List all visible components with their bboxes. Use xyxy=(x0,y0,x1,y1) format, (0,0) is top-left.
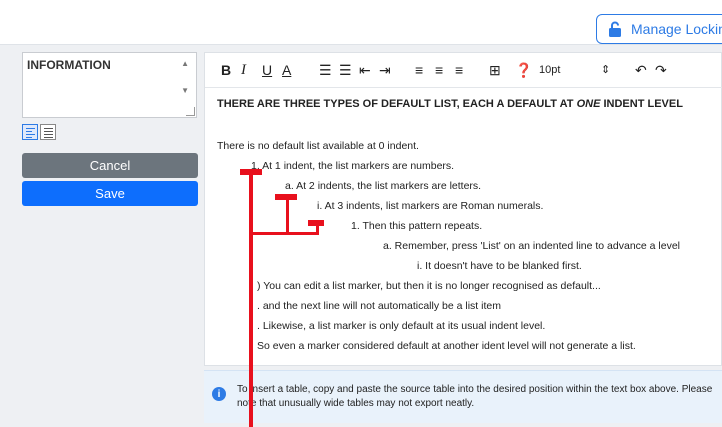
align-center-button[interactable] xyxy=(40,124,56,140)
list-item: a. Remember, press 'List' on an indented… xyxy=(383,240,681,252)
information-label: INFORMATION xyxy=(27,58,111,72)
save-button[interactable]: Save xyxy=(22,181,198,206)
manage-locking-label: Manage Locking xyxy=(631,21,722,37)
info-note: i To insert a table, copy and paste the … xyxy=(204,370,722,423)
content-line: ) You can edit a list marker, but then i… xyxy=(257,280,601,292)
content-line: . and the next line will not automatical… xyxy=(257,300,501,312)
list-item: a. At 2 indents, the list markers are le… xyxy=(285,180,482,192)
bold-button[interactable]: B xyxy=(221,61,231,79)
indent-icon[interactable]: ⇥ xyxy=(379,61,391,79)
align-left-button[interactable] xyxy=(22,124,38,140)
top-bar: Manage Locking xyxy=(0,0,722,45)
content-line: So even a marker considered default at a… xyxy=(257,340,636,352)
annotation-stem-2 xyxy=(286,194,289,234)
annotation-horizontal-line xyxy=(251,232,319,235)
editor-toolbar: B I U A ☰ ☰ ⇤ ⇥ ≡ ≡ ≡ ⊞ ❓ 10pt ⇕ ↶ ↷ xyxy=(205,53,722,88)
scroll-down-icon[interactable]: ▼ xyxy=(181,86,189,95)
content-line: There is no default list available at 0 … xyxy=(217,140,419,152)
help-icon[interactable]: ❓ xyxy=(515,61,532,79)
content-heading: THERE ARE THREE TYPES OF DEFAULT LIST, E… xyxy=(217,98,683,110)
info-icon: i xyxy=(212,387,226,401)
lock-icon xyxy=(609,21,621,37)
align-right-icon[interactable]: ≡ xyxy=(455,61,463,79)
rich-text-editor[interactable]: B I U A ☰ ☰ ⇤ ⇥ ≡ ≡ ≡ ⊞ ❓ 10pt ⇕ ↶ ↷ THE… xyxy=(204,52,722,366)
content-line: . Likewise, a list marker is only defaul… xyxy=(257,320,546,332)
outdent-icon[interactable]: ⇤ xyxy=(359,61,371,79)
table-icon[interactable]: ⊞ xyxy=(489,61,501,79)
undo-icon[interactable]: ↶ xyxy=(635,61,647,79)
italic-button[interactable]: I xyxy=(241,61,246,79)
ordered-list-icon[interactable]: ☰ xyxy=(319,61,332,79)
font-size-select[interactable]: 10pt xyxy=(539,61,560,79)
list-item: i. At 3 indents, list markers are Roman … xyxy=(317,200,544,212)
align-center-icon[interactable]: ≡ xyxy=(435,61,443,79)
annotation-marker-1 xyxy=(240,169,262,175)
list-item: 1. At 1 indent, the list markers are num… xyxy=(251,160,455,172)
align-left-icon[interactable]: ≡ xyxy=(415,61,423,79)
annotation-vertical-line xyxy=(249,172,253,427)
list-item: 1. Then this pattern repeats. xyxy=(351,220,483,232)
resize-handle-icon[interactable] xyxy=(186,107,195,116)
redo-icon[interactable]: ↷ xyxy=(655,61,667,79)
select-arrows-icon[interactable]: ⇕ xyxy=(601,61,610,79)
manage-locking-button[interactable]: Manage Locking xyxy=(596,14,722,44)
cancel-button[interactable]: Cancel xyxy=(22,153,198,178)
font-color-button[interactable]: A xyxy=(282,61,291,79)
list-item: i. It doesn't have to be blanked first. xyxy=(417,260,582,272)
info-note-text: To insert a table, copy and paste the so… xyxy=(237,384,713,409)
information-textarea[interactable]: INFORMATION ▲ ▼ xyxy=(22,52,197,118)
left-panel: INFORMATION ▲ ▼ Cancel Save xyxy=(22,52,198,407)
underline-button[interactable]: U xyxy=(262,61,272,79)
unordered-list-icon[interactable]: ☰ xyxy=(339,61,352,79)
scroll-up-icon[interactable]: ▲ xyxy=(181,59,189,68)
